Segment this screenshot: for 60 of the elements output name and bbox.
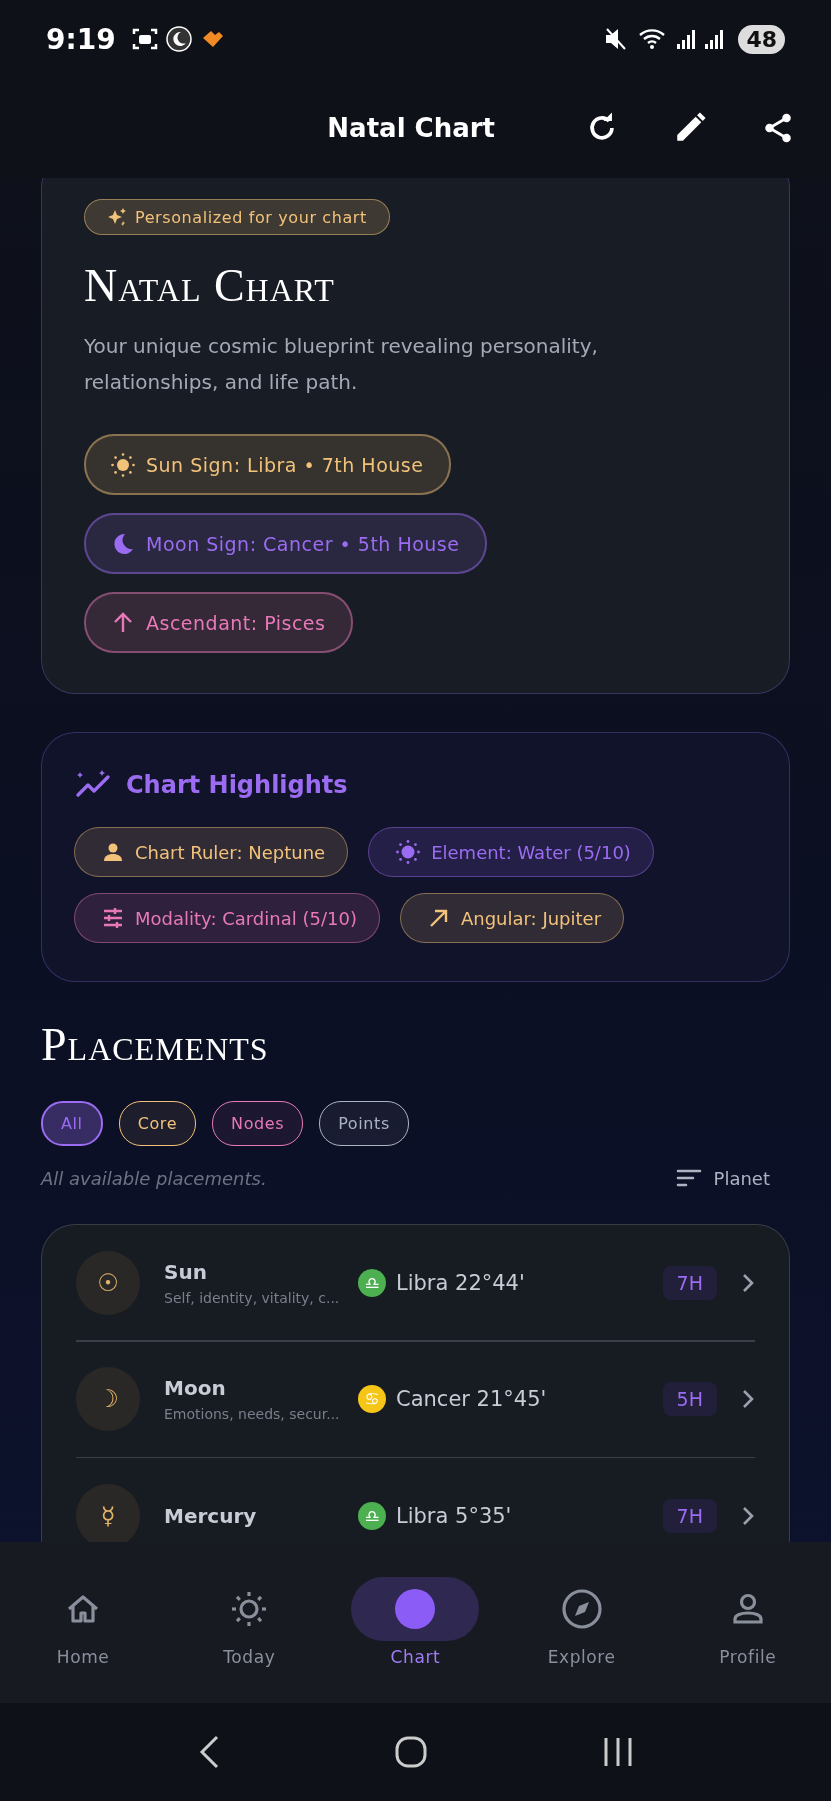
moon-icon [165, 26, 192, 52]
signal-icon [704, 28, 725, 50]
screenshot-icon [131, 27, 158, 51]
placement-row[interactable]: ☽ Moon Emotions, needs, secur... ♋ Cancer 21°45' 5H [76, 1341, 755, 1457]
planet-name: Sun [164, 1259, 208, 1284]
house-tag: 5H [662, 1382, 717, 1416]
sign-glyph: ♎ [358, 1501, 386, 1530]
sign-position: Cancer 21°45' [396, 1387, 547, 1411]
recents-icon[interactable] [602, 1736, 635, 1768]
filter-chip[interactable]: Nodes [212, 1101, 304, 1146]
filter-chip[interactable]: Core [118, 1101, 197, 1146]
sun-icon [110, 451, 136, 478]
chart-description: Your unique cosmic blueprint revealing personality, relationships, and life path. [84, 333, 599, 396]
screen-title: Natal Chart [327, 113, 495, 143]
planet-name: Moon [164, 1376, 227, 1400]
sign-position: Libra 5°35' [396, 1503, 512, 1528]
sun-icon [395, 839, 422, 865]
battery-level: 48 [738, 24, 785, 54]
chip-label: Sun Sign: Libra • 7th House [146, 453, 424, 476]
planet-glyph: ☽ [76, 1367, 140, 1431]
sparkle-icon [107, 207, 127, 227]
chip-label: Element: Water (5/10) [431, 841, 631, 863]
signal-icon [676, 28, 697, 50]
sign-glyph: ♎ [358, 1268, 386, 1297]
chevron-right-icon [741, 1504, 755, 1527]
chip-label: Modality: Cardinal (5/10) [135, 907, 357, 929]
chevron-right-icon [741, 1388, 755, 1410]
badge-label: Personalized for your chart [135, 207, 367, 227]
sliders-icon [101, 906, 125, 930]
placements-title: Placements [41, 1018, 270, 1071]
placements-caption: All available placements. [41, 1167, 267, 1189]
nav-tab[interactable]: Explore [511, 1576, 652, 1668]
filter-chip[interactable]: Points [319, 1101, 409, 1146]
planet-name: Mercury [164, 1503, 258, 1528]
sort-button[interactable]: Planet [669, 1166, 776, 1190]
nav-tab[interactable]: Home [13, 1576, 154, 1668]
chip-label: Chart Ruler: Neptune [135, 841, 326, 863]
sort-icon [675, 1167, 702, 1189]
planet-glyph: ☿ [76, 1483, 140, 1542]
chart-title: Natal Chart [84, 259, 336, 312]
planet-description: Self, identity, vitality, c... [164, 1289, 341, 1306]
home-icon[interactable] [394, 1735, 429, 1769]
sign-glyph: ♋ [358, 1385, 386, 1413]
compass-icon [559, 1587, 604, 1631]
nav-tab[interactable]: Today [179, 1576, 320, 1668]
chevron-right-icon [741, 1271, 755, 1294]
filter-chip[interactable]: All [41, 1101, 103, 1146]
chip-label: Ascendant: Pisces [146, 611, 326, 634]
house-tag: 7H [662, 1498, 717, 1533]
planet-glyph: ☉ [76, 1250, 140, 1315]
sign-position: Libra 22°44' [396, 1270, 525, 1295]
circle-icon [394, 1588, 437, 1630]
section-title: Chart Highlights [126, 771, 348, 799]
house-tag: 7H [662, 1265, 717, 1300]
chip-label: Moon Sign: Cancer • 5th House [146, 532, 460, 555]
status-time: 9:19 [46, 22, 116, 56]
planet-description: Emotions, needs, secur... [164, 1406, 341, 1422]
nav-tab[interactable]: Profile [677, 1576, 818, 1668]
placement-row[interactable]: ☉ Sun Self, identity, vitality, c... ♎ Libra 22°44' 7H [76, 1225, 755, 1340]
chip-label: Angular: Jupiter [460, 907, 602, 929]
